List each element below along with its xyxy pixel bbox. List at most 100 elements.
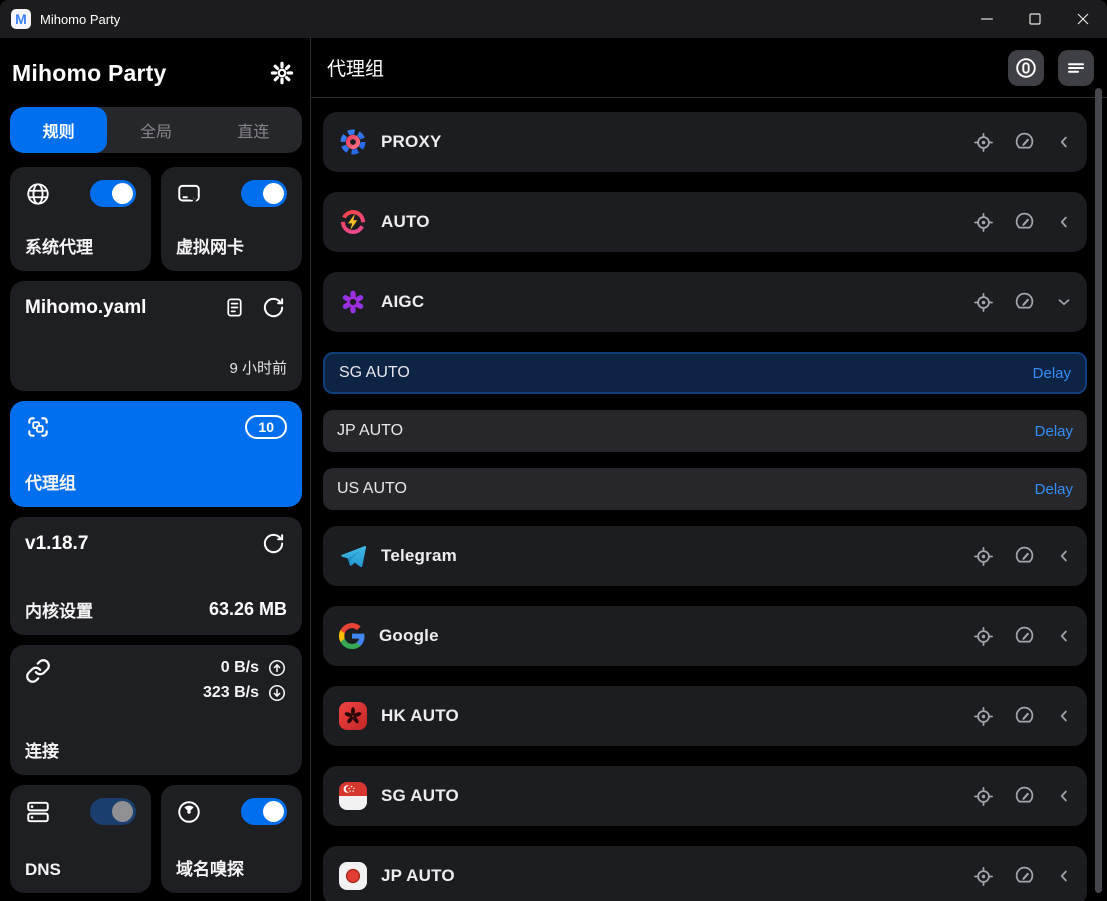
expand-button[interactable] [1055,293,1073,311]
settings-button[interactable] [266,57,298,89]
gauge-icon [1014,292,1035,313]
locate-icon [973,786,994,807]
minimize-button[interactable] [963,0,1011,38]
locate-icon [973,132,994,153]
proxy-node-row[interactable]: SG AUTO Delay [323,352,1087,394]
auto-logo-icon [339,208,367,236]
download-arrow-icon [267,683,287,703]
gear-icon [270,61,294,85]
gauge-icon [1014,546,1035,567]
proxy-groups-label: 代理组 [25,469,287,494]
expand-button[interactable] [1055,213,1073,231]
virtual-nic-icon [176,181,202,207]
proxy-node-row[interactable]: US AUTO Delay [323,468,1087,510]
delay-test-button[interactable] [1014,786,1035,807]
telegram-logo-icon [339,542,367,570]
proxy-group-name: Telegram [381,546,973,566]
scrollbar-thumb[interactable] [1095,88,1102,893]
proxy-group-row[interactable]: HK AUTO [323,686,1087,746]
close-button[interactable] [1059,0,1107,38]
tab-global-mode[interactable]: 全局 [107,107,204,153]
dns-card[interactable]: DNS [10,785,151,893]
tun-card[interactable]: 虚拟网卡 [161,167,302,271]
profile-edit-button[interactable] [221,294,248,321]
tun-toggle[interactable] [241,180,287,207]
core-restart-button[interactable] [260,530,287,557]
delay-test-button[interactable] [1014,212,1035,233]
locate-node-button[interactable] [973,866,994,887]
sniff-toggle[interactable] [241,798,287,825]
delay-test-button[interactable] [1014,132,1035,153]
proxy-group-name: AIGC [381,292,973,312]
proxy-group-list: PROXY AUTO AIGC SG AUTO [311,98,1107,901]
locate-node-button[interactable] [973,546,994,567]
expand-button[interactable] [1055,627,1073,645]
delay-test-button[interactable] [1014,866,1035,887]
dns-server-icon [25,799,51,825]
window-title: Mihomo Party [40,12,120,27]
proxy-group-row[interactable]: Telegram [323,526,1087,586]
delay-display-button[interactable] [1008,50,1044,86]
tab-rule-mode[interactable]: 规则 [10,107,107,153]
gauge-icon [1014,786,1035,807]
titlebar: M Mihomo Party [0,0,1107,38]
delay-test-button[interactable] [1014,292,1035,313]
locate-node-button[interactable] [973,132,994,153]
group-layout-button[interactable] [1058,50,1094,86]
chevron-left-icon [1055,213,1073,231]
proxy-group-row[interactable]: AIGC [323,272,1087,332]
expand-button[interactable] [1055,867,1073,885]
delay-label[interactable]: Delay [1035,481,1073,498]
system-proxy-card[interactable]: 系统代理 [10,167,151,271]
proxy-group-icon [25,414,51,440]
delay-label[interactable]: Delay [1033,365,1071,382]
profile-card[interactable]: Mihomo.yaml [10,281,302,391]
connections-card[interactable]: 0 B/s 323 B/s [10,645,302,775]
proxy-group-row[interactable]: PROXY [323,112,1087,172]
expand-button[interactable] [1055,133,1073,151]
proxy-group-row[interactable]: Google [323,606,1087,666]
system-proxy-toggle[interactable] [90,180,136,207]
maximize-button[interactable] [1011,0,1059,38]
delay-test-button[interactable] [1014,546,1035,567]
profile-update-button[interactable] [260,294,287,321]
core-version: v1.18.7 [25,533,88,555]
expand-button[interactable] [1055,547,1073,565]
chevron-left-icon [1055,787,1073,805]
upload-speed: 0 B/s [221,659,259,677]
expand-button[interactable] [1055,707,1073,725]
gauge-icon [1014,706,1035,727]
chevron-left-icon [1055,867,1073,885]
proxy-group-row[interactable]: AUTO [323,192,1087,252]
tab-direct-mode[interactable]: 直连 [205,107,302,153]
core-card[interactable]: v1.18.7 内核设置 63.26 MB [10,517,302,635]
dns-label: DNS [25,860,136,880]
proxy-node-row[interactable]: JP AUTO Delay [323,410,1087,452]
locate-node-button[interactable] [973,292,994,313]
app-title: Mihomo Party [12,60,166,87]
download-speed: 323 B/s [203,684,259,702]
locate-node-button[interactable] [973,212,994,233]
expand-button[interactable] [1055,787,1073,805]
proxy-groups-card[interactable]: 10 代理组 [10,401,302,507]
link-icon [25,658,51,684]
sniff-card[interactable]: 域名嗅探 [161,785,302,893]
proxy-group-name: HK AUTO [381,706,973,726]
dns-toggle[interactable] [90,798,136,825]
proxy-group-row[interactable]: JP AUTO [323,846,1087,901]
tun-label: 虚拟网卡 [176,233,287,258]
locate-node-button[interactable] [973,706,994,727]
delay-test-button[interactable] [1014,706,1035,727]
chevron-left-icon [1055,133,1073,151]
delay-label[interactable]: Delay [1035,423,1073,440]
system-proxy-label: 系统代理 [25,233,136,258]
proxy-group-row[interactable]: SG AUTO [323,766,1087,826]
outbound-mode-tabs: 规则 全局 直连 [10,107,302,153]
list-lines-icon [1064,56,1088,80]
proxy-group-name: SG AUTO [381,786,973,806]
delay-test-button[interactable] [1014,626,1035,647]
main-panel: 代理组 [311,38,1107,901]
locate-node-button[interactable] [973,626,994,647]
locate-node-button[interactable] [973,786,994,807]
locate-icon [973,212,994,233]
